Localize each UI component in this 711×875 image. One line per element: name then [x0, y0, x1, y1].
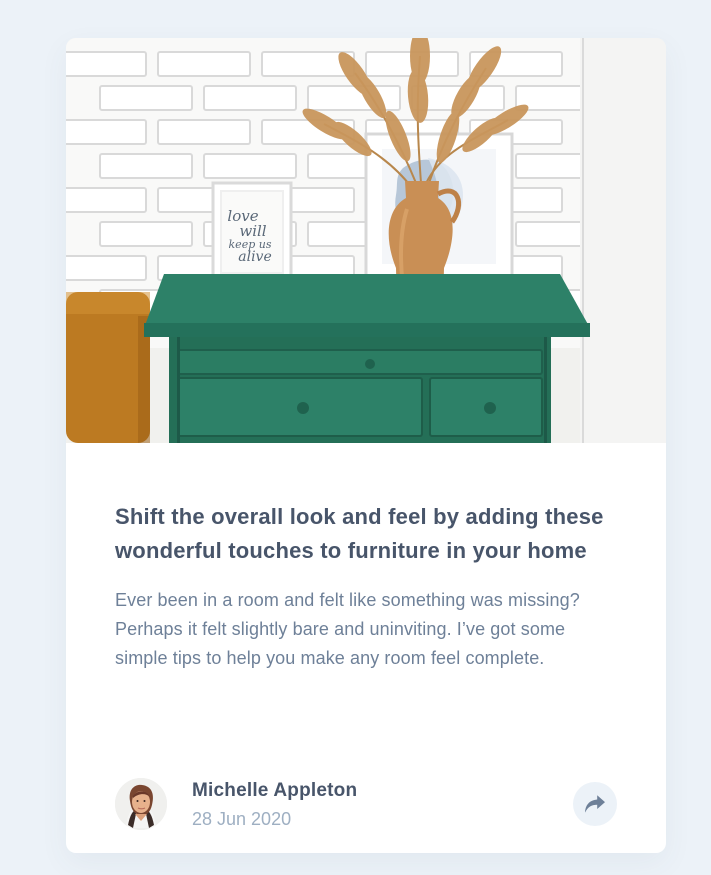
share-icon [585, 795, 605, 813]
print-text-alive: alive [238, 249, 272, 265]
framed-print-love: love will keep us alive [211, 181, 293, 283]
drawer-room-illustration: love will keep us alive [66, 38, 666, 443]
author-name: Michelle Appleton [192, 780, 358, 801]
green-drawer-cabinet [144, 274, 590, 443]
author-avatar-image [115, 778, 167, 830]
article-preview-card: love will keep us alive Shift the overal… [66, 38, 666, 853]
author-avatar [115, 778, 167, 830]
article-content: Shift the overall look and feel by addin… [115, 500, 615, 673]
author-meta: Michelle Appleton 28 Jun 2020 [192, 779, 357, 831]
article-description: Ever been in a room and felt like someth… [115, 590, 580, 668]
publish-date: 28 Jun 2020 [192, 809, 292, 829]
share-button[interactable] [573, 782, 617, 826]
author-footer: Michelle Appleton 28 Jun 2020 [115, 778, 617, 832]
article-hero-image: love will keep us alive [66, 38, 666, 443]
article-title: Shift the overall look and feel by addin… [115, 504, 604, 563]
